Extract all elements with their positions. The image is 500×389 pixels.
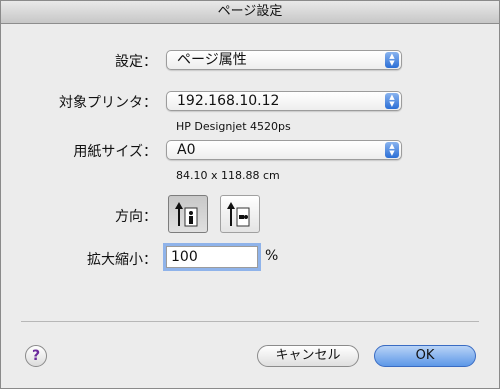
settings-label: 設定： — [115, 54, 157, 70]
scale-label: 拡大縮小： — [87, 252, 157, 268]
scale-input[interactable]: 100 — [163, 243, 261, 271]
popup-arrows-icon: ▲ ▼ — [385, 93, 399, 109]
printer-model: HP Designjet 4520ps — [176, 120, 291, 133]
landscape-orientation-icon — [227, 202, 250, 227]
popup-arrows-icon: ▲ ▼ — [385, 52, 399, 68]
popup-arrows-icon: ▲ ▼ — [385, 142, 399, 158]
printer-label: 対象プリンタ： — [59, 95, 157, 111]
paper-size-value: A0 — [177, 142, 196, 158]
cancel-button[interactable]: キャンセル — [257, 345, 359, 367]
printer-value: 192.168.10.12 — [177, 93, 280, 109]
scale-unit: % — [265, 248, 279, 264]
portrait-orientation-icon — [175, 202, 198, 227]
settings-value: ページ属性 — [177, 52, 247, 68]
help-icon: ? — [31, 348, 41, 364]
ok-button[interactable]: OK — [374, 345, 476, 367]
help-button[interactable]: ? — [25, 345, 47, 367]
settings-popup[interactable]: ページ属性 ▲ ▼ — [166, 50, 402, 70]
printer-popup[interactable]: 192.168.10.12 ▲ ▼ — [166, 91, 402, 111]
paper-dimensions: 84.10 x 118.88 cm — [176, 169, 280, 182]
paper-size-label: 用紙サイズ： — [73, 144, 157, 160]
paper-size-popup[interactable]: A0 ▲ ▼ — [166, 140, 402, 160]
portrait-orientation-button[interactable] — [168, 195, 208, 233]
window-title: ページ設定 — [1, 1, 499, 24]
page-setup-dialog: ページ設定 設定： ページ属性 ▲ ▼ 対象プリンタ： 192.168.10.12… — [0, 0, 500, 389]
orientation-label: 方向： — [115, 209, 157, 225]
landscape-orientation-button[interactable] — [220, 195, 260, 233]
separator — [21, 321, 479, 322]
